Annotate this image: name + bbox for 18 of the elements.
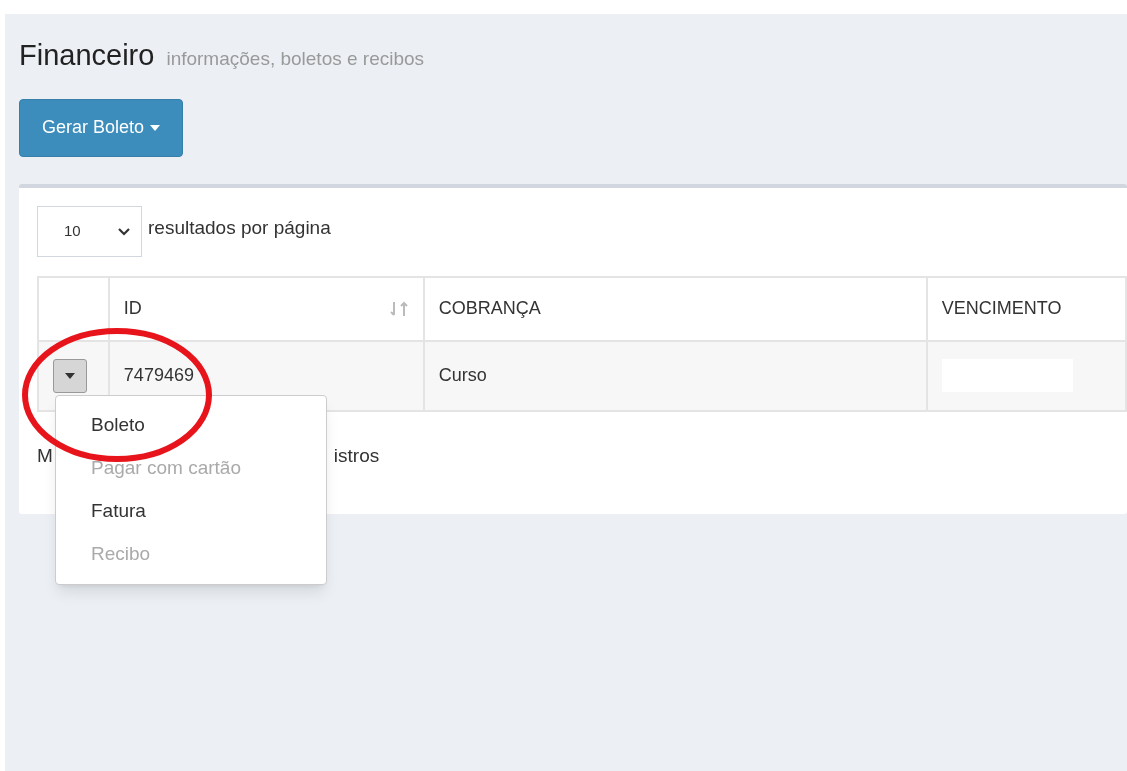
caret-icon (150, 124, 161, 131)
row-menu-button[interactable] (53, 358, 87, 393)
chevron-down-icon (117, 226, 131, 236)
column-header: VENCIMENTO (941, 297, 1062, 320)
table-cell: Curso (438, 365, 487, 385)
page-size-label: resultados por página (148, 215, 331, 240)
page-title: Financeiro (19, 38, 155, 73)
page-subtitle: informações, boletos e recibos (166, 47, 425, 71)
caret-icon (65, 372, 75, 379)
column-header: ID (123, 297, 142, 320)
footer-text-end: istros (333, 443, 380, 468)
menu-item[interactable]: Fatura (56, 490, 326, 533)
page-size-select[interactable]: 10 (37, 205, 142, 257)
column-header: COBRANÇA (438, 297, 541, 320)
footer-text-start: M (37, 443, 53, 468)
menu-item[interactable]: Boleto (56, 404, 326, 447)
generate-button[interactable]: Gerar Boleto (19, 98, 184, 157)
table-cell: 7479469 (123, 365, 194, 385)
